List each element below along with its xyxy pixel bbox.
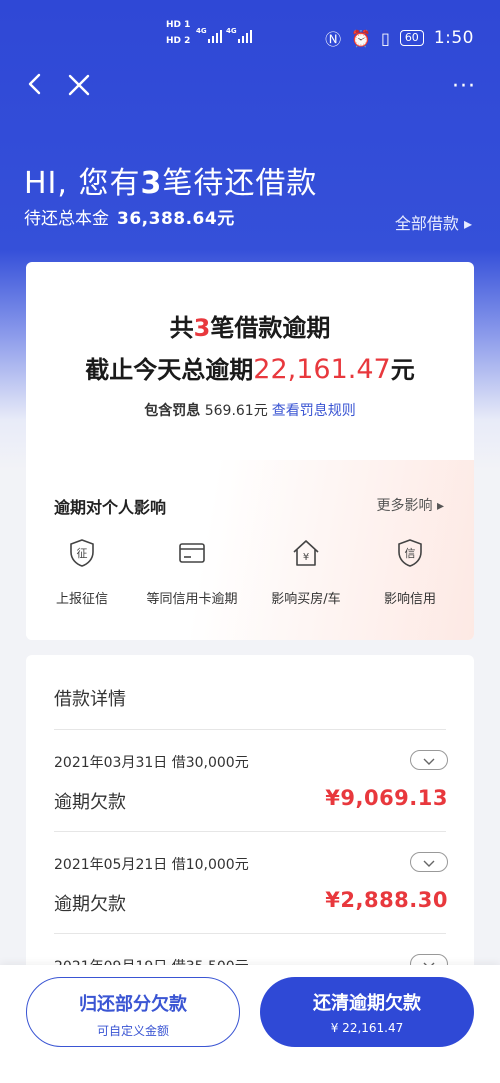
- vibrate-icon: ▯: [381, 28, 390, 48]
- impact-item-house-car: ¥ 影响买房/车: [250, 538, 362, 607]
- network2-label: 4G: [226, 27, 237, 35]
- chevron-down-icon: [423, 853, 435, 872]
- loan-count: 3: [140, 166, 163, 201]
- total-principal: 待还总本金 36,388.64元: [24, 204, 235, 229]
- svg-text:信: 信: [405, 547, 416, 560]
- overdue-count: 3: [193, 314, 211, 342]
- loan-row[interactable]: 2021年05月21日 借10,000元 逾期欠款 ¥2,888.30: [26, 832, 474, 932]
- repay-partial-label: 归还部分欠款: [79, 994, 187, 1015]
- chevron-down-icon: [423, 751, 435, 770]
- expand-toggle[interactable]: [410, 852, 448, 872]
- loan-details-title: 借款详情: [54, 689, 126, 710]
- all-loans-link[interactable]: 全部借款 ▸: [395, 210, 472, 234]
- line1-prefix: 共: [169, 314, 194, 342]
- greeting: HI, 您有3笔待还借款: [24, 158, 317, 202]
- greeting-suffix: 笔待还借款: [162, 166, 318, 201]
- impact-item-credit-report: 征 上报征信: [26, 538, 138, 607]
- loan-overdue-label: 逾期欠款: [54, 894, 126, 915]
- impact-label: 上报征信: [55, 592, 108, 607]
- credit-card-icon: [177, 538, 207, 568]
- status-bar: HD 1 HD 2 4G 4G Ⓝ ⏰ ▯ 60 1:50: [0, 0, 500, 70]
- bottom-action-bar: 归还部分欠款 可自定义金额 还清逾期欠款 ¥ 22,161.47: [0, 965, 500, 1083]
- credit-shield-icon: 信: [395, 538, 425, 568]
- loan-overdue-amount: ¥9,069.13: [325, 786, 448, 810]
- penalty-rules-link[interactable]: 查看罚息规则: [272, 403, 356, 419]
- svg-text:¥: ¥: [303, 552, 309, 563]
- impact-label: 等同信用卡逾期: [146, 592, 238, 607]
- chevron-left-icon[interactable]: [24, 72, 48, 96]
- sim1-label: HD 1: [166, 20, 191, 30]
- network1-label: 4G: [196, 27, 207, 35]
- more-options-icon[interactable]: ···: [452, 74, 476, 99]
- loan-date: 2021年05月21日 借10,000元: [54, 857, 249, 873]
- overdue-summary-card: 共3笔借款逾期 截止今天总逾期22,161.47元 包含罚息 569.61元 查看…: [26, 262, 474, 640]
- alarm-icon: ⏰: [351, 28, 371, 48]
- repay-all-overdue-button[interactable]: 还清逾期欠款 ¥ 22,161.47: [260, 977, 474, 1047]
- svg-text:征: 征: [77, 547, 88, 560]
- signal1-icon: [208, 30, 222, 43]
- repay-all-label: 还清逾期欠款: [313, 993, 421, 1014]
- penalty-label: 包含罚息: [144, 403, 201, 419]
- repay-all-sub: ¥ 22,161.47: [330, 1021, 404, 1035]
- loan-overdue-amount: ¥2,888.30: [325, 888, 448, 912]
- loan-row[interactable]: 2021年03月31日 借30,000元 逾期欠款 ¥9,069.13: [26, 730, 474, 830]
- total-label: 待还总本金: [24, 209, 109, 229]
- greeting-prefix: HI, 您有: [24, 166, 141, 201]
- impact-title: 逾期对个人影响: [54, 498, 167, 517]
- overdue-total-line: 截止今天总逾期22,161.47元: [26, 350, 474, 385]
- close-icon[interactable]: [66, 72, 92, 98]
- status-right: Ⓝ ⏰ ▯ 60 1:50: [325, 26, 474, 50]
- line1-suffix: 笔借款逾期: [210, 314, 331, 342]
- expand-toggle[interactable]: [410, 750, 448, 770]
- impact-more-link[interactable]: 更多影响 ▸: [377, 495, 444, 515]
- impact-item-credit-card: 等同信用卡逾期: [136, 538, 248, 607]
- overdue-total: 22,161.47: [253, 354, 391, 385]
- repay-partial-button[interactable]: 归还部分欠款 可自定义金额: [26, 977, 240, 1047]
- nfc-icon: Ⓝ: [325, 30, 342, 49]
- overdue-count-line: 共3笔借款逾期: [26, 308, 474, 343]
- total-amount: 36,388.64元: [117, 209, 235, 229]
- line2-prefix: 截止今天总逾期: [85, 356, 254, 384]
- clock: 1:50: [433, 28, 474, 48]
- battery-icon: 60: [399, 30, 424, 46]
- penalty-line: 包含罚息 569.61元 查看罚息规则: [26, 400, 474, 420]
- repay-partial-sub: 可自定义金额: [96, 1024, 169, 1038]
- credit-report-shield-icon: 征: [67, 538, 97, 568]
- loan-overdue-label: 逾期欠款: [54, 792, 126, 813]
- impact-label: 影响买房/车: [271, 592, 341, 607]
- penalty-amount: 569.61元: [204, 403, 268, 419]
- impact-item-credit: 信 影响信用: [354, 538, 466, 607]
- signal2-icon: [238, 30, 252, 43]
- loan-date: 2021年03月31日 借30,000元: [54, 755, 249, 771]
- line2-suffix: 元: [390, 356, 415, 384]
- impact-label: 影响信用: [383, 592, 436, 607]
- house-yen-icon: ¥: [291, 538, 321, 568]
- sim2-label: HD 2: [166, 36, 191, 46]
